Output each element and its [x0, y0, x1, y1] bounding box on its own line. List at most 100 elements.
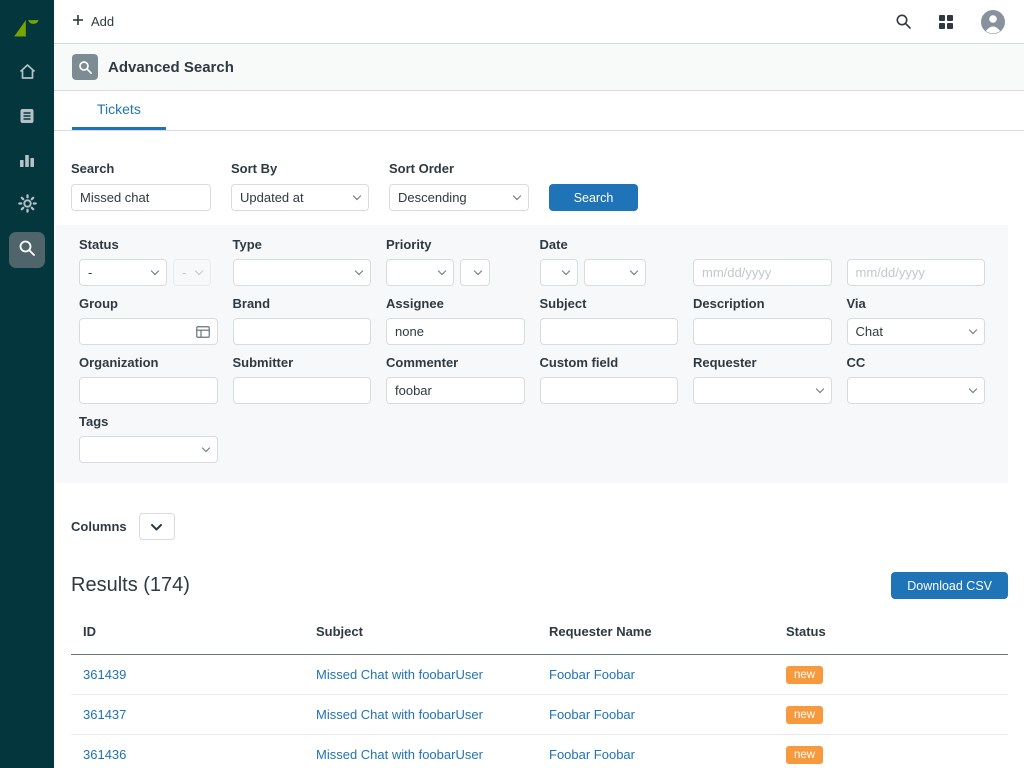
requester-select[interactable]	[693, 377, 832, 404]
organization-input[interactable]	[79, 377, 218, 404]
apps-grid-icon[interactable]	[938, 14, 954, 30]
ticket-id-link[interactable]: 361439	[83, 667, 126, 682]
description-input[interactable]	[693, 318, 832, 345]
columns-dropdown-button[interactable]	[139, 513, 175, 540]
sort-order-select[interactable]: Descending	[389, 184, 529, 211]
topbar-right	[895, 9, 1006, 35]
table-row: 361437 Missed Chat with foobarUser Fooba…	[71, 695, 1008, 735]
date-filter: Date	[540, 237, 679, 286]
chevron-down-icon	[969, 384, 977, 392]
chevron-down-icon	[195, 266, 203, 274]
chevron-down-icon	[438, 266, 446, 274]
description-filter: Description	[693, 296, 832, 345]
app-header: Advanced Search	[54, 44, 1024, 91]
columns-row: Columns	[71, 513, 1008, 540]
ticket-id-link[interactable]: 361436	[83, 747, 126, 762]
submitter-label: Submitter	[233, 355, 372, 370]
requester-filter: Requester	[693, 355, 832, 404]
table-row: 361436 Missed Chat with foobarUser Fooba…	[71, 735, 1008, 768]
status-secondary-select[interactable]: -	[173, 259, 211, 286]
requester-name-link[interactable]: Foobar Foobar	[549, 667, 635, 682]
requester-label: Requester	[693, 355, 832, 370]
chevron-down-icon	[151, 518, 162, 536]
requester-name-link[interactable]: Foobar Foobar	[549, 707, 635, 722]
chevron-down-icon	[969, 325, 977, 333]
type-select[interactable]	[233, 259, 372, 286]
cc-select[interactable]	[847, 377, 986, 404]
column-header-id: ID	[71, 609, 304, 654]
date-to-cell	[847, 237, 986, 286]
bar-chart-icon	[18, 151, 36, 174]
sidebar-item-views[interactable]	[9, 100, 45, 136]
status-select[interactable]: -	[79, 259, 167, 286]
ticket-subject-link[interactable]: Missed Chat with foobarUser	[316, 667, 483, 682]
organization-label: Organization	[79, 355, 218, 370]
group-label: Group	[79, 296, 218, 311]
cc-label: CC	[847, 355, 986, 370]
description-label: Description	[693, 296, 832, 311]
date-operator-select[interactable]	[584, 259, 646, 286]
search-submit-button[interactable]: Search	[549, 184, 638, 211]
add-button[interactable]: Add	[72, 14, 114, 29]
submitter-input[interactable]	[233, 377, 372, 404]
priority-select[interactable]	[386, 259, 454, 286]
sort-by-label: Sort By	[231, 161, 369, 176]
sort-by-select[interactable]: Updated at	[231, 184, 369, 211]
status-badge: new	[786, 666, 823, 684]
page-title: Advanced Search	[108, 59, 234, 76]
sidebar-item-reports[interactable]	[9, 144, 45, 180]
ticket-id-link[interactable]: 361437	[83, 707, 126, 722]
custom-field-input[interactable]	[540, 377, 679, 404]
group-lookup-icon[interactable]	[196, 326, 210, 338]
via-select[interactable]: Chat	[847, 318, 986, 345]
columns-label: Columns	[71, 519, 127, 534]
group-filter: Group	[79, 296, 218, 345]
status-secondary-value: -	[182, 265, 186, 280]
results-header: Results (174) Download CSV	[71, 572, 1008, 599]
status-badge: new	[786, 746, 823, 764]
column-header-subject: Subject	[304, 609, 537, 654]
subject-input[interactable]	[540, 318, 679, 345]
brand-input[interactable]	[233, 318, 372, 345]
custom-field-filter: Custom field	[540, 355, 679, 404]
sidebar-item-home[interactable]	[9, 56, 45, 92]
date-from-input[interactable]	[693, 259, 832, 286]
search-input[interactable]	[71, 184, 211, 211]
global-search-icon[interactable]	[895, 13, 912, 30]
tags-select[interactable]	[79, 436, 218, 463]
assignee-label: Assignee	[386, 296, 525, 311]
chevron-down-icon	[201, 443, 209, 451]
table-header-row: ID Subject Requester Name Status	[71, 609, 1008, 655]
status-badge: new	[786, 706, 823, 724]
search-icon	[18, 239, 36, 262]
requester-name-link[interactable]: Foobar Foobar	[549, 747, 635, 762]
assignee-input[interactable]	[386, 318, 525, 345]
avatar-icon[interactable]	[980, 9, 1006, 35]
app-window: Add	[0, 0, 1024, 768]
priority-secondary-select[interactable]	[460, 259, 490, 286]
date-condition-select[interactable]	[540, 259, 578, 286]
type-filter: Type	[233, 237, 372, 286]
home-icon	[18, 62, 37, 86]
tabbar: Tickets	[54, 91, 1024, 131]
date-to-input[interactable]	[847, 259, 986, 286]
zendesk-logo-icon[interactable]	[13, 12, 41, 40]
assignee-filter: Assignee	[386, 296, 525, 345]
chevron-down-icon	[355, 266, 363, 274]
ticket-subject-link[interactable]: Missed Chat with foobarUser	[316, 707, 483, 722]
results-table: ID Subject Requester Name Status 361439 …	[71, 609, 1008, 768]
subject-label: Subject	[540, 296, 679, 311]
priority-filter: Priority	[386, 237, 525, 286]
add-button-label: Add	[91, 14, 114, 29]
column-header-status: Status	[774, 609, 1008, 654]
sidebar-item-search[interactable]	[9, 232, 45, 268]
sidebar-item-admin[interactable]	[9, 188, 45, 224]
download-csv-button[interactable]: Download CSV	[891, 572, 1008, 599]
commenter-input[interactable]	[386, 377, 525, 404]
tab-tickets[interactable]: Tickets	[72, 91, 166, 130]
table-row: 361439 Missed Chat with foobarUser Fooba…	[71, 655, 1008, 695]
tags-label: Tags	[79, 414, 218, 429]
sidebar	[0, 0, 54, 768]
ticket-subject-link[interactable]: Missed Chat with foobarUser	[316, 747, 483, 762]
status-label: Status	[79, 237, 218, 252]
